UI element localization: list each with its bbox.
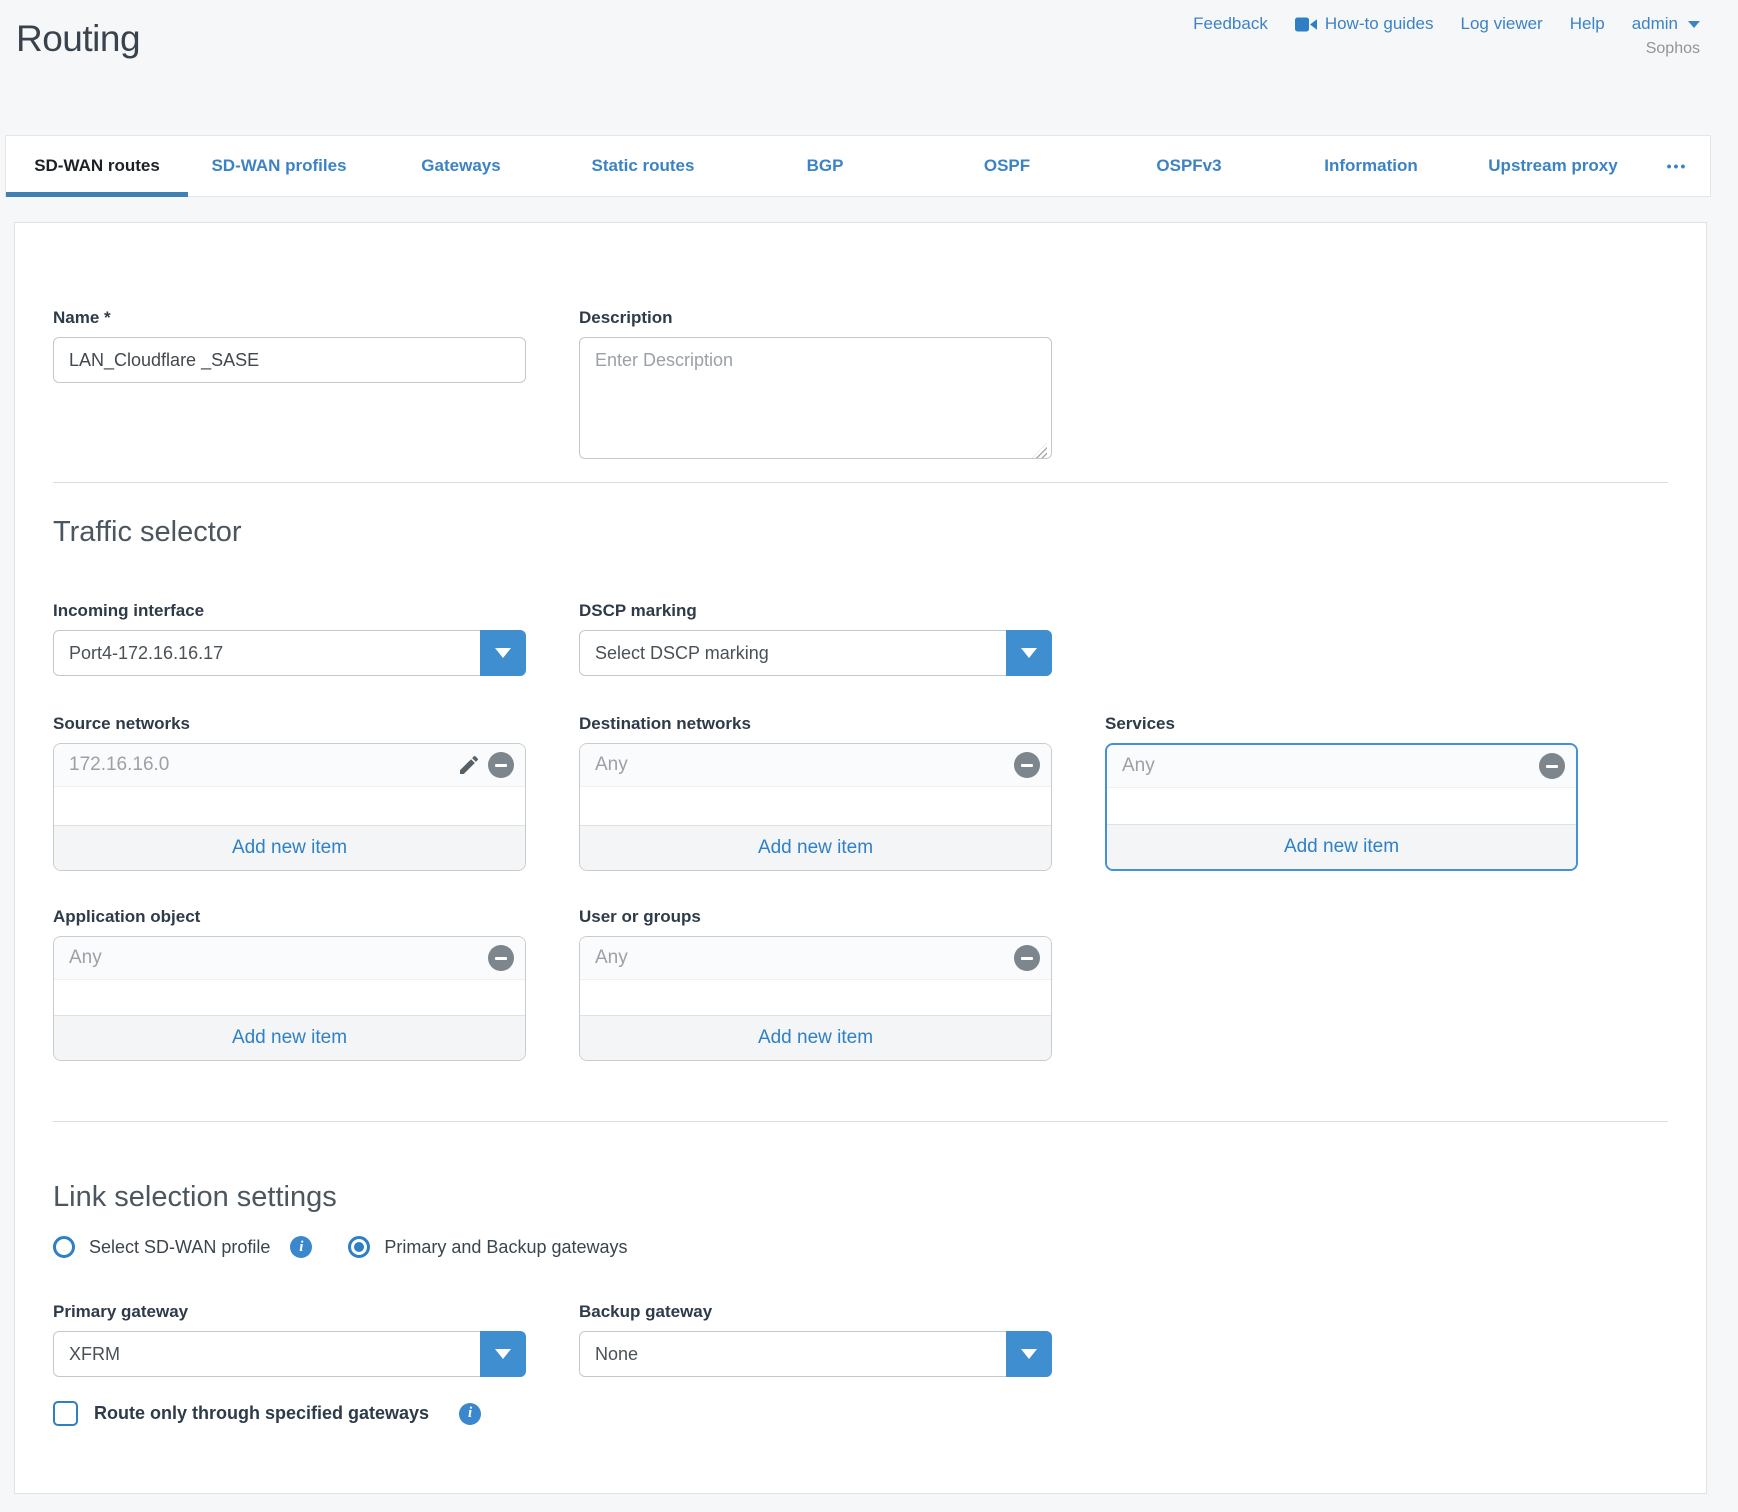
primary-backup-gateways-radio[interactable]: [348, 1236, 370, 1258]
backup-gateway-label: Backup gateway: [579, 1302, 1052, 1322]
tab-static-routes[interactable]: Static routes: [552, 136, 734, 196]
list-empty-area: [580, 787, 1051, 825]
list-empty-area: [54, 787, 525, 825]
tab-upstream-proxy[interactable]: Upstream proxy: [1462, 136, 1644, 196]
list-empty-area: [54, 980, 525, 1015]
incoming-interface-select[interactable]: Port4-172.16.16.17: [53, 630, 526, 676]
networks-row: Source networks 172.16.16.0 Add new item: [53, 714, 1668, 871]
pencil-icon[interactable]: [457, 753, 481, 777]
route-only-checkbox[interactable]: [53, 1401, 78, 1426]
log-viewer-link[interactable]: Log viewer: [1461, 14, 1543, 34]
description-textarea[interactable]: [579, 337, 1052, 459]
route-only-label: Route only through specified gateways: [94, 1403, 429, 1424]
minus-circle-icon[interactable]: [488, 945, 514, 971]
tab-gateways[interactable]: Gateways: [370, 136, 552, 196]
howto-guides-link[interactable]: How-to guides: [1295, 14, 1434, 34]
tab-ospfv3[interactable]: OSPFv3: [1098, 136, 1280, 196]
services-add-new-item-button[interactable]: Add new item: [1107, 824, 1576, 869]
destination-networks-listbox: Any Add new item: [579, 743, 1052, 871]
backup-gateway-select[interactable]: None: [579, 1331, 1052, 1377]
list-item: Any: [580, 744, 1051, 787]
minus-circle-icon[interactable]: [488, 752, 514, 778]
list-item: Any: [54, 937, 525, 980]
name-label: Name *: [53, 308, 526, 328]
services-label: Services: [1105, 714, 1578, 734]
application-object-listbox: Any Add new item: [53, 936, 526, 1061]
minus-circle-icon[interactable]: [1014, 752, 1040, 778]
tab-sdwan-profiles[interactable]: SD-WAN profiles: [188, 136, 370, 196]
primary-gateway-label: Primary gateway: [53, 1302, 526, 1322]
name-description-row: Name * Description: [53, 308, 1668, 464]
description-label: Description: [579, 308, 1052, 328]
user-or-groups-listbox: Any Add new item: [579, 936, 1052, 1061]
feedback-link[interactable]: Feedback: [1193, 14, 1268, 34]
list-item: 172.16.16.0: [54, 744, 525, 787]
user-or-groups-label: User or groups: [579, 907, 1052, 927]
more-tabs-button[interactable]: •••: [1644, 136, 1710, 196]
sdwan-route-form: Name * Description Traffic selector Inco…: [14, 222, 1707, 1494]
traffic-selector-heading: Traffic selector: [53, 515, 1668, 549]
tab-sdwan-routes[interactable]: SD-WAN routes: [6, 136, 188, 196]
primary-gateway-select[interactable]: XFRM: [53, 1331, 526, 1377]
header-links: Feedback How-to guides Log viewer Help a…: [1193, 14, 1700, 34]
dropdown-arrow-icon[interactable]: [1006, 1331, 1052, 1377]
users-add-new-item-button[interactable]: Add new item: [580, 1015, 1051, 1060]
incoming-interface-label: Incoming interface: [53, 601, 526, 621]
interface-dscp-row: Incoming interface Port4-172.16.16.17 DS…: [53, 601, 1668, 676]
dscp-marking-select[interactable]: Select DSCP marking: [579, 630, 1052, 676]
tenant-name: Sophos: [1646, 40, 1700, 58]
list-item: Any: [1107, 745, 1576, 788]
source-add-new-item-button[interactable]: Add new item: [54, 825, 525, 870]
application-add-new-item-button[interactable]: Add new item: [54, 1015, 525, 1060]
application-object-label: Application object: [53, 907, 526, 927]
source-networks-listbox: 172.16.16.0 Add new item: [53, 743, 526, 871]
route-only-row: Route only through specified gateways i: [53, 1401, 1668, 1426]
list-empty-area: [580, 980, 1051, 1015]
dropdown-arrow-icon[interactable]: [1006, 630, 1052, 676]
section-divider: [53, 1121, 1668, 1122]
routing-tabbar: SD-WAN routes SD-WAN profiles Gateways S…: [5, 135, 1711, 197]
services-listbox: Any Add new item: [1105, 743, 1578, 871]
radio-label: Primary and Backup gateways: [384, 1237, 627, 1258]
list-item: Any: [580, 937, 1051, 980]
dropdown-arrow-icon[interactable]: [480, 630, 526, 676]
help-link[interactable]: Help: [1570, 14, 1605, 34]
select-sdwan-profile-radio[interactable]: [53, 1236, 75, 1258]
tab-information[interactable]: Information: [1280, 136, 1462, 196]
page-header: Routing Feedback How-to guides Log viewe…: [0, 0, 1738, 135]
info-icon[interactable]: i: [290, 1236, 312, 1258]
link-selection-heading: Link selection settings: [53, 1180, 1668, 1214]
page-title: Routing: [16, 18, 140, 60]
video-camera-icon: [1295, 17, 1317, 32]
radio-label: Select SD-WAN profile: [89, 1237, 270, 1258]
info-icon[interactable]: i: [459, 1403, 481, 1425]
minus-circle-icon[interactable]: [1539, 753, 1565, 779]
application-users-row: Application object Any Add new item User…: [53, 907, 1668, 1061]
link-selection-radio-row: Select SD-WAN profile i Primary and Back…: [53, 1236, 1668, 1258]
minus-circle-icon[interactable]: [1014, 945, 1040, 971]
tab-ospf[interactable]: OSPF: [916, 136, 1098, 196]
destination-networks-label: Destination networks: [579, 714, 1052, 734]
dscp-marking-label: DSCP marking: [579, 601, 1052, 621]
list-empty-area: [1107, 788, 1576, 824]
chevron-down-icon: [1688, 21, 1700, 28]
admin-menu[interactable]: admin: [1632, 14, 1700, 34]
dropdown-arrow-icon[interactable]: [480, 1331, 526, 1377]
name-input[interactable]: [53, 337, 526, 383]
section-divider: [53, 482, 1668, 483]
tab-bgp[interactable]: BGP: [734, 136, 916, 196]
source-networks-label: Source networks: [53, 714, 526, 734]
gateways-row: Primary gateway XFRM Backup gateway None: [53, 1302, 1668, 1377]
destination-add-new-item-button[interactable]: Add new item: [580, 825, 1051, 870]
